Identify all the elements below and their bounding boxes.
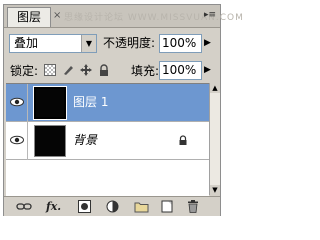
- fx-icon[interactable]: fx.: [46, 200, 61, 213]
- layer-name[interactable]: 图层 1: [73, 95, 108, 109]
- tab-layers[interactable]: 图层: [7, 7, 51, 27]
- opacity-input[interactable]: 100%: [159, 34, 202, 53]
- visibility-divider: [27, 122, 28, 160]
- lock-label: 锁定:: [10, 64, 39, 78]
- tab-close-icon[interactable]: ×: [53, 11, 61, 21]
- mask-icon[interactable]: [78, 200, 91, 213]
- layers-scrollbar[interactable]: ▲ ▼: [209, 83, 220, 195]
- layers-list: 图层 1 背景: [6, 83, 209, 196]
- layer-thumbnail[interactable]: [33, 86, 67, 120]
- eye-icon[interactable]: [10, 135, 24, 145]
- fill-label: 填充:: [131, 64, 160, 78]
- lock-position-icon[interactable]: [80, 64, 92, 76]
- new-layer-icon[interactable]: [161, 200, 174, 213]
- layers-panel: 图层 × 思缘设计论坛 WWW.MISSVUAN.COM ▸≡ 叠加 ▼ 不透明…: [3, 4, 243, 216]
- lock-paint-icon[interactable]: [62, 64, 74, 76]
- panel-menu-icon[interactable]: ▸≡: [203, 9, 217, 21]
- scroll-up-icon[interactable]: ▲: [210, 83, 220, 93]
- lock-transparency-icon[interactable]: [44, 64, 56, 76]
- lock-all-icon[interactable]: [98, 64, 110, 76]
- panel-tab-bar: 图层 × 思缘设计论坛 WWW.MISSVUAN.COM ▸≡: [4, 5, 243, 28]
- blend-mode-value: 叠加: [14, 36, 39, 50]
- adjustment-icon[interactable]: [106, 200, 119, 213]
- layer-row-layer1[interactable]: 图层 1: [6, 84, 209, 122]
- opacity-label: 不透明度:: [103, 36, 156, 50]
- blend-mode-select[interactable]: 叠加 ▼: [9, 34, 97, 53]
- link-icon[interactable]: [16, 200, 32, 213]
- visibility-divider: [27, 84, 28, 122]
- layer-thumbnail[interactable]: [34, 125, 66, 157]
- layers-bottom-toolbar: fx.: [4, 196, 220, 216]
- trash-icon[interactable]: [187, 200, 199, 213]
- chevron-down-icon[interactable]: ▼: [81, 35, 96, 52]
- layer-row-background[interactable]: 背景: [6, 122, 209, 160]
- scroll-down-icon[interactable]: ▼: [210, 185, 220, 195]
- fill-input[interactable]: 100%: [159, 61, 202, 80]
- fill-slider-arrow-icon[interactable]: ▶: [204, 65, 211, 75]
- layer-name[interactable]: 背景: [73, 133, 97, 147]
- layer-lock-icon: [179, 135, 187, 145]
- eye-icon[interactable]: [10, 97, 24, 107]
- layers-empty-area: [6, 160, 209, 196]
- group-folder-icon[interactable]: [134, 200, 149, 213]
- opacity-slider-arrow-icon[interactable]: ▶: [204, 38, 211, 48]
